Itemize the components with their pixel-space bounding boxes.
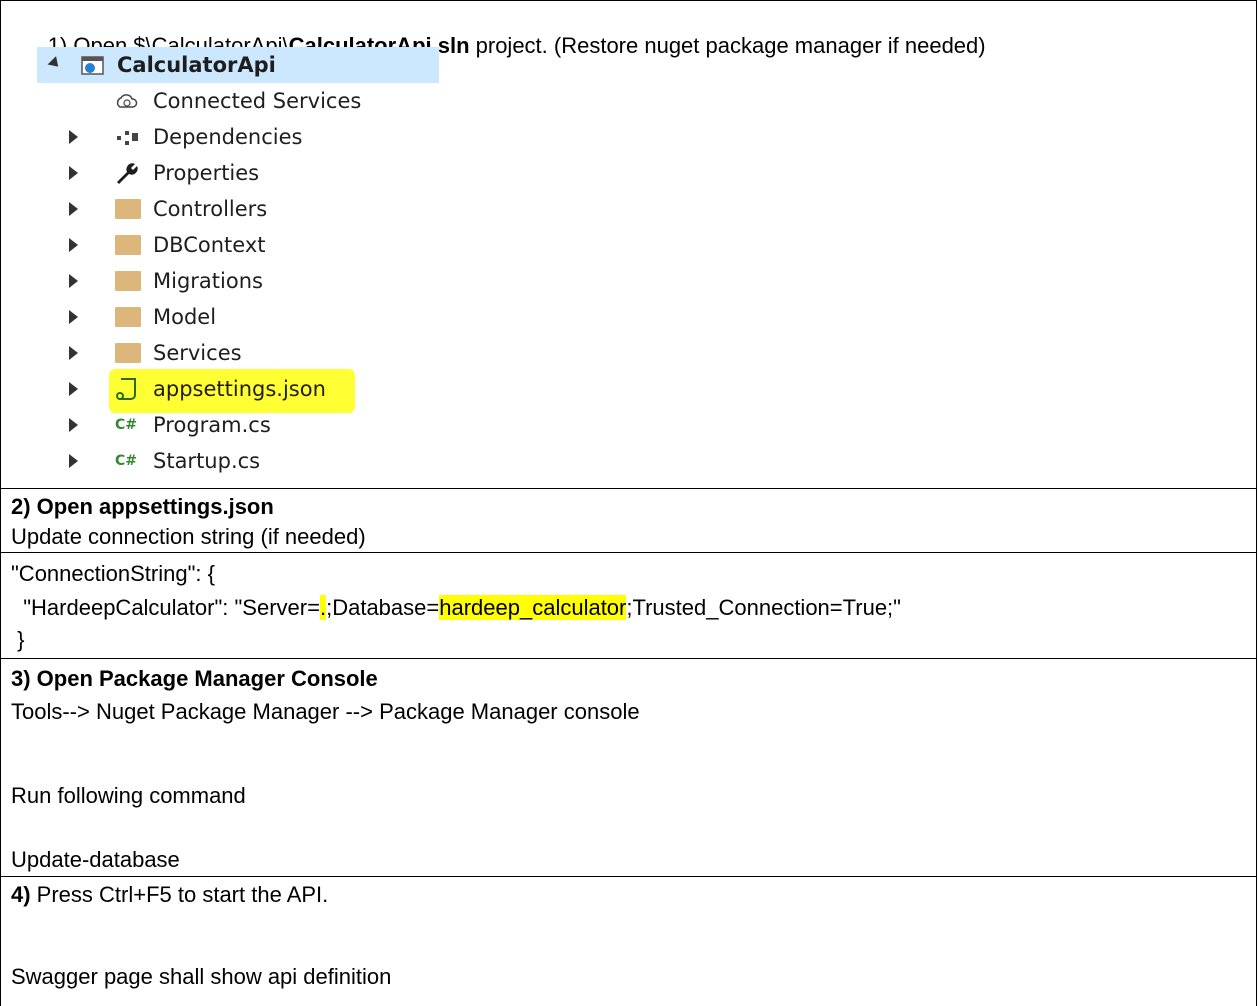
tree-item-controllers: Controllers <box>37 191 437 227</box>
code-line-1: "ConnectionString": { <box>11 561 215 586</box>
tree-item-label: Program.cs <box>153 413 271 437</box>
code-line-3: } <box>11 627 25 652</box>
step3-cell: 3) Open Package Manager Console Tools-->… <box>0 658 1257 876</box>
step2-description: Update connection string (if needed) <box>11 524 366 549</box>
step1-cell: 1) Open $\CalculatorApi\CalculatorApi.sl… <box>0 0 1257 488</box>
step4-cell: 4) Press Ctrl+F5 to start the API. Swagg… <box>0 876 1257 1006</box>
step1-suffix: project. (Restore nuget package manager … <box>469 33 986 58</box>
tree-item-label: appsettings.json <box>153 377 326 401</box>
tree-item-label: Migrations <box>153 269 263 293</box>
collapsed-arrow-icon <box>69 238 78 252</box>
folder-icon <box>115 343 141 363</box>
tree-item-properties: Properties <box>37 155 437 191</box>
expanded-arrow-icon <box>47 56 63 71</box>
tree-item-model: Model <box>37 299 437 335</box>
tree-item-label: Startup.cs <box>153 449 261 473</box>
folder-icon <box>115 199 141 219</box>
collapsed-arrow-icon <box>69 346 78 360</box>
tree-item-label: Controllers <box>153 197 268 221</box>
step3-menu-path: Tools--> Nuget Package Manager --> Packa… <box>11 699 640 724</box>
folder-icon <box>115 271 141 291</box>
collapsed-arrow-icon <box>69 310 78 324</box>
collapsed-arrow-icon <box>69 202 78 216</box>
tree-item-startup-cs: C# Startup.cs <box>37 443 437 479</box>
tree-item-migrations: Migrations <box>37 263 437 299</box>
step2-title: 2) Open appsettings.json <box>11 494 274 519</box>
tree-root-calculatorapi: CalculatorApi <box>37 47 439 83</box>
tree-item-dbcontext: DBContext <box>37 227 437 263</box>
tree-item-services: Services <box>37 335 437 371</box>
tree-item-label: Model <box>153 305 217 329</box>
tree-item-label: Connected Services <box>153 89 362 113</box>
tree-item-appsettings: appsettings.json <box>37 371 437 407</box>
instructions-document: 1) Open $\CalculatorApi\CalculatorApi.sl… <box>0 0 1258 1006</box>
solution-explorer-screenshot: CalculatorApi Connected Services Depende… <box>37 47 439 487</box>
collapsed-arrow-icon <box>69 454 78 468</box>
tree-item-label: DBContext <box>153 233 266 257</box>
step4-text: 4) Press Ctrl+F5 to start the API. <box>11 882 329 907</box>
step3-run-label: Run following command <box>11 783 246 808</box>
collapsed-arrow-icon <box>69 130 78 144</box>
collapsed-arrow-icon <box>69 166 78 180</box>
csharp-file-icon: C# <box>115 453 138 469</box>
tree-root-label: CalculatorApi <box>117 53 276 77</box>
cloud-globe-icon <box>116 94 138 108</box>
web-project-icon <box>81 56 104 75</box>
tree-item-dependencies: Dependencies <box>37 119 437 155</box>
tree-item-connected-services: Connected Services <box>37 83 437 119</box>
tree-item-label: Properties <box>153 161 260 185</box>
connection-string-cell: "ConnectionString": { "HardeepCalculator… <box>0 552 1257 658</box>
json-file-icon <box>116 378 136 400</box>
wrench-icon <box>117 163 138 184</box>
database-highlight: hardeep_calculator <box>439 595 627 620</box>
tree-item-label: Services <box>153 341 242 365</box>
tree-item-program-cs: C# Program.cs <box>37 407 437 443</box>
collapsed-arrow-icon <box>69 274 78 288</box>
collapsed-arrow-icon <box>69 382 78 396</box>
step4-result: Swagger page shall show api definition <box>11 964 392 989</box>
tree-item-label: Dependencies <box>153 125 303 149</box>
folder-icon <box>115 235 141 255</box>
collapsed-arrow-icon <box>69 418 78 432</box>
code-line-2: "HardeepCalculator": "Server=.;Database=… <box>11 595 901 620</box>
csharp-file-icon: C# <box>115 417 138 433</box>
step3-title: 3) Open Package Manager Console <box>11 666 378 691</box>
dependencies-icon <box>117 131 138 145</box>
step3-command: Update-database <box>11 847 180 872</box>
step2-cell: 2) Open appsettings.json Update connecti… <box>0 488 1257 552</box>
folder-icon <box>115 307 141 327</box>
